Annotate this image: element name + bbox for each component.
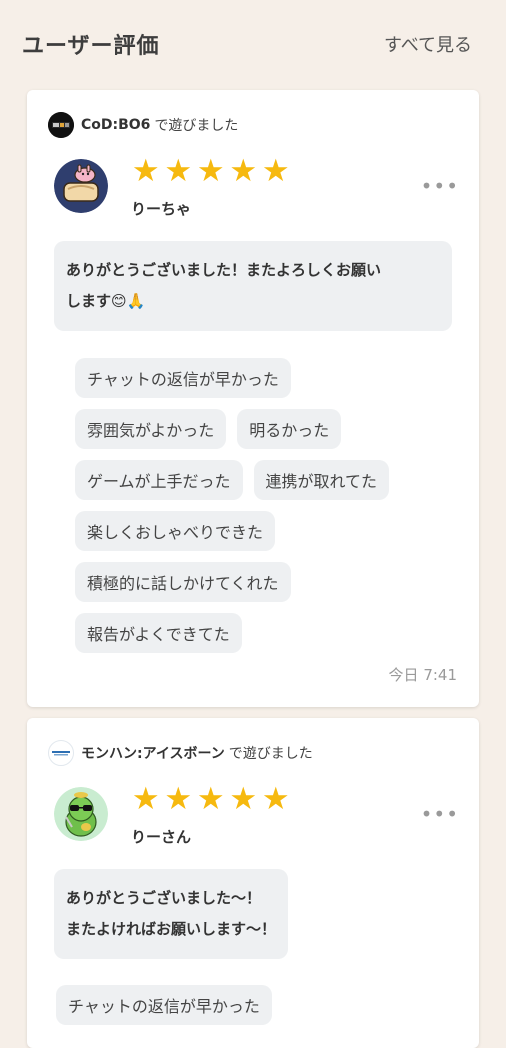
star-icon: ★ <box>131 781 160 817</box>
review-tag: 報告がよくできてた <box>75 613 242 653</box>
see-all-link[interactable]: すべて見る <box>384 31 472 57</box>
avatar[interactable] <box>54 159 108 213</box>
star-icon: ★ <box>229 153 258 189</box>
star-icon: ★ <box>196 153 225 189</box>
review-timestamp: 今日 7:41 <box>388 666 457 684</box>
user-name[interactable]: りーちゃ <box>131 198 191 219</box>
review-tag: ゲームが上手だった <box>75 460 243 500</box>
star-rating: ★ ★ ★ ★ ★ <box>131 156 291 187</box>
user-name[interactable]: りーさん <box>131 826 191 847</box>
star-icon: ★ <box>131 153 160 189</box>
review-message: ありがとうございました〜！ またよければお願いします〜！ <box>54 869 289 959</box>
cod-bo6-game-icon <box>48 112 74 138</box>
review-tag: 楽しくおしゃべりできた <box>75 511 276 551</box>
header: ユーザー評価 すべて見る <box>0 0 506 88</box>
message-line: ありがとうございました〜！ <box>66 889 262 907</box>
star-icon: ★ <box>261 781 290 817</box>
game-row: モンハン:アイスボーン で遊びました <box>48 740 313 766</box>
game-row: CoD:BO6 で遊びました <box>48 112 238 138</box>
tag-list: チャットの返信が早かった <box>56 985 436 1036</box>
star-icon: ★ <box>261 153 290 189</box>
more-options-icon[interactable]: ••• <box>421 802 459 826</box>
tag-list: チャットの返信が早かった 雰囲気がよかった 明るかった ゲームが上手だった 連携… <box>75 358 455 664</box>
message-line: またよければお願いします〜！ <box>66 920 277 938</box>
review-tag: チャットの返信が早かった <box>56 985 272 1025</box>
review-card: モンハン:アイスボーン で遊びました ★ ★ ★ ★ ★ りーさん ••• あり… <box>27 718 479 1048</box>
review-card: CoD:BO6 で遊びました ★ ★ ★ ★ ★ りーちゃ ••• ありがとうご… <box>27 90 479 707</box>
message-line: ありがとうございました！またよろしくお願い <box>66 261 382 279</box>
review-tag: 連携が取れてた <box>253 460 390 500</box>
page-title: ユーザー評価 <box>22 34 160 59</box>
review-tag: 雰囲気がよかった <box>75 409 227 449</box>
game-name: モンハン:アイスボーン <box>81 746 225 762</box>
review-tag: チャットの返信が早かった <box>75 358 291 398</box>
review-tag: 積極的に話しかけてくれた <box>75 562 291 602</box>
monhun-iceborne-game-icon <box>48 740 74 766</box>
more-options-icon[interactable]: ••• <box>421 174 459 198</box>
review-message: ありがとうございました！またよろしくお願い します😊🙏 <box>54 241 452 331</box>
star-icon: ★ <box>164 781 193 817</box>
game-name: CoD:BO6 <box>81 117 151 133</box>
star-rating: ★ ★ ★ ★ ★ <box>131 784 291 815</box>
star-icon: ★ <box>229 781 258 817</box>
game-played-label: で遊びました <box>228 746 313 762</box>
message-line: します😊🙏 <box>66 292 146 310</box>
game-played-label: で遊びました <box>154 118 239 134</box>
review-tag: 明るかった <box>237 409 342 449</box>
star-icon: ★ <box>164 153 193 189</box>
avatar[interactable] <box>54 787 108 841</box>
star-icon: ★ <box>196 781 225 817</box>
